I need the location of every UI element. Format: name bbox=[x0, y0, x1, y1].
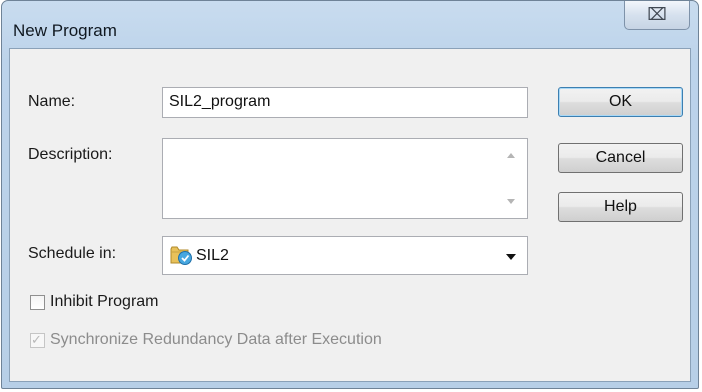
inhibit-program-checkbox[interactable] bbox=[30, 295, 45, 310]
scroll-down-icon[interactable] bbox=[507, 199, 515, 204]
synchronize-redundancy-checkbox[interactable]: ✓ bbox=[30, 332, 45, 348]
new-program-dialog: New Program ⌧ Name: SIL2_program Descrip… bbox=[1, 0, 699, 389]
dialog-body: Name: SIL2_program Description: Schedule… bbox=[9, 48, 691, 382]
checkmark-icon: ✓ bbox=[31, 332, 42, 347]
synchronize-redundancy-label: Synchronize Redundancy Data after Execut… bbox=[50, 331, 382, 348]
schedule-value: SIL2 bbox=[196, 247, 229, 264]
close-icon: ⌧ bbox=[647, 5, 667, 24]
name-input[interactable]: SIL2_program bbox=[162, 87, 528, 118]
title-bar[interactable]: New Program ⌧ bbox=[2, 1, 698, 48]
close-button[interactable]: ⌧ bbox=[624, 1, 690, 30]
help-button[interactable]: Help bbox=[558, 192, 683, 222]
cancel-button[interactable]: Cancel bbox=[558, 143, 683, 173]
folder-with-task-icon bbox=[170, 246, 192, 265]
description-input[interactable] bbox=[162, 138, 528, 219]
scroll-up-icon[interactable] bbox=[507, 153, 515, 158]
ok-button[interactable]: OK bbox=[558, 87, 683, 117]
schedule-label: Schedule in: bbox=[28, 245, 117, 262]
schedule-select[interactable]: SIL2 bbox=[162, 236, 528, 275]
name-value: SIL2_program bbox=[169, 93, 271, 110]
inhibit-program-label[interactable]: Inhibit Program bbox=[50, 293, 159, 311]
name-label: Name: bbox=[28, 93, 76, 110]
chevron-down-icon[interactable] bbox=[506, 254, 516, 260]
description-label: Description: bbox=[28, 146, 113, 163]
dialog-title: New Program bbox=[13, 21, 117, 40]
